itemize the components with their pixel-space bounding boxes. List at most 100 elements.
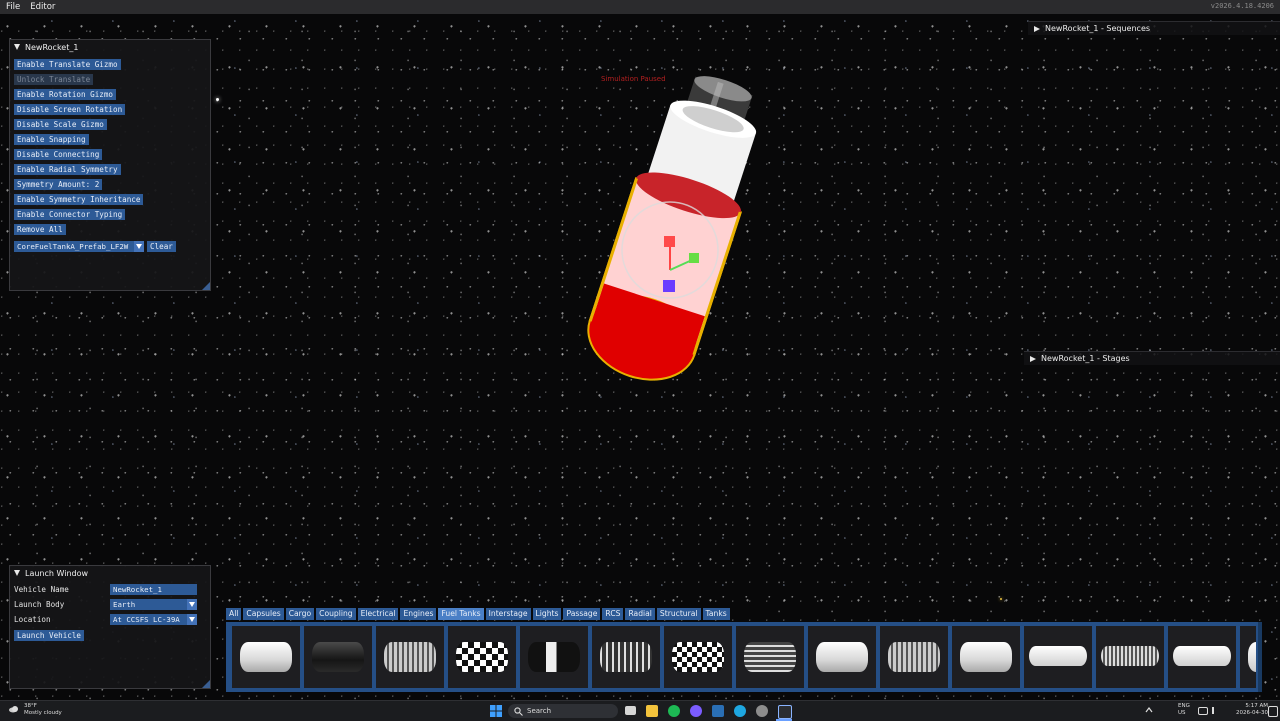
category-tab-lights[interactable]: Lights: [532, 608, 562, 620]
location-label: Location: [14, 615, 51, 624]
sequences-window-header[interactable]: NewRocket_1 - Sequences: [1028, 21, 1280, 35]
category-tab-all[interactable]: All: [226, 608, 242, 620]
part-thumbnail: [888, 642, 940, 672]
category-tab-radial[interactable]: Radial: [625, 608, 655, 620]
editor-window: NewRocket_1 Enable Translate Gizmo Unloc…: [9, 39, 211, 291]
unlock-translate-button[interactable]: Unlock Translate: [14, 74, 94, 85]
part-item[interactable]: [376, 626, 444, 688]
part-item[interactable]: [448, 626, 516, 688]
launch-vehicle-button[interactable]: Launch Vehicle: [14, 630, 85, 641]
parts-palette: [226, 622, 1262, 692]
part-item[interactable]: [880, 626, 948, 688]
part-item[interactable]: [664, 626, 732, 688]
part-thumbnail: [1173, 646, 1231, 666]
wifi-icon[interactable]: [1198, 707, 1208, 715]
steam-icon[interactable]: [712, 705, 724, 717]
editor-window-title[interactable]: NewRocket_1: [10, 40, 210, 54]
location-dropdown[interactable]: At CCSFS LC-39A: [110, 614, 197, 625]
settings-gear-icon[interactable]: [756, 705, 768, 717]
language-indicator[interactable]: ENG US: [1178, 703, 1190, 717]
expand-icon[interactable]: [1030, 355, 1036, 362]
enable-rotation-gizmo-button[interactable]: Enable Rotation Gizmo: [14, 89, 117, 100]
windows-taskbar: 38°F Mostly cloudy Search ENG US 5:17 AM…: [0, 700, 1280, 721]
weather-widget[interactable]: 38°F Mostly cloudy: [24, 703, 62, 717]
chevron-down-icon: [187, 614, 197, 625]
part-item[interactable]: [304, 626, 372, 688]
category-tab-electrical[interactable]: Electrical: [357, 608, 399, 620]
clear-button[interactable]: Clear: [147, 241, 176, 252]
menu-file[interactable]: File: [0, 2, 25, 12]
browser-icon[interactable]: [734, 705, 746, 717]
category-tab-passage[interactable]: Passage: [563, 608, 601, 620]
enable-snapping-button[interactable]: Enable Snapping: [14, 134, 89, 145]
file-explorer-icon[interactable]: [646, 705, 658, 717]
enable-translate-gizmo-button[interactable]: Enable Translate Gizmo: [14, 59, 121, 70]
notification-icon[interactable]: [1268, 706, 1278, 717]
launch-window: Launch Window Vehicle Name NewRocket_1 L…: [9, 565, 211, 689]
category-tab-coupling[interactable]: Coupling: [316, 608, 356, 620]
enable-symmetry-inheritance-button[interactable]: Enable Symmetry Inheritance: [14, 194, 144, 205]
part-item[interactable]: [1024, 626, 1092, 688]
collapse-icon[interactable]: [14, 44, 20, 50]
part-thumbnail: [456, 642, 508, 672]
vehicle-name-input[interactable]: NewRocket_1: [110, 584, 197, 595]
rocket-model[interactable]: [560, 70, 770, 400]
part-item[interactable]: [520, 626, 588, 688]
part-thumbnail: [384, 642, 436, 672]
part-thumbnail: [1101, 646, 1159, 666]
category-tab-rcs[interactable]: RCS: [602, 608, 624, 620]
resize-grip[interactable]: [202, 282, 210, 290]
windows-start-icon[interactable]: [490, 705, 502, 717]
part-item[interactable]: [1240, 626, 1256, 688]
parts-scrollbar[interactable]: [1258, 622, 1262, 692]
bright-star: [1000, 598, 1002, 600]
symmetry-amount-button[interactable]: Symmetry Amount: 2: [14, 179, 103, 190]
resize-grip[interactable]: [202, 680, 210, 688]
part-item[interactable]: [808, 626, 876, 688]
part-category-tabs: All Capsules Cargo Coupling Electrical Engine…: [226, 608, 732, 620]
launch-window-title[interactable]: Launch Window: [10, 566, 210, 580]
disable-screen-rotation-button[interactable]: Disable Screen Rotation: [14, 104, 126, 115]
enable-connector-typing-button[interactable]: Enable Connector Typing: [14, 209, 126, 220]
search-label: Search: [527, 707, 552, 715]
category-tab-fuel-tanks[interactable]: Fuel Tanks: [438, 608, 484, 620]
weather-temp: 38°F: [24, 703, 37, 709]
enable-radial-symmetry-button[interactable]: Enable Radial Symmetry: [14, 164, 121, 175]
category-tab-tanks[interactable]: Tanks: [702, 608, 730, 620]
sequences-title: NewRocket_1 - Sequences: [1045, 24, 1151, 33]
category-tab-engines[interactable]: Engines: [400, 608, 437, 620]
part-item[interactable]: [1096, 626, 1164, 688]
category-tab-structural[interactable]: Structural: [656, 608, 701, 620]
launch-body-dropdown[interactable]: Earth: [110, 599, 197, 610]
app-icon[interactable]: [690, 705, 702, 717]
launch-body-label: Launch Body: [14, 600, 65, 609]
launch-body-value: Earth: [113, 600, 136, 609]
part-thumbnail: [1248, 642, 1256, 672]
taskbar-search[interactable]: Search: [508, 704, 618, 718]
spotify-icon[interactable]: [668, 705, 680, 717]
part-thumbnail: [744, 642, 796, 672]
part-item[interactable]: [592, 626, 660, 688]
clock[interactable]: 5:17 AM 2026-04-30: [1236, 703, 1268, 717]
disable-connecting-button[interactable]: Disable Connecting: [14, 149, 103, 160]
menu-editor[interactable]: Editor: [25, 2, 60, 12]
game-window-icon[interactable]: [778, 705, 792, 719]
part-item[interactable]: [736, 626, 804, 688]
part-item[interactable]: [1168, 626, 1236, 688]
category-tab-cargo[interactable]: Cargo: [285, 608, 315, 620]
expand-icon[interactable]: [1034, 25, 1040, 32]
disable-scale-gizmo-button[interactable]: Disable Scale Gizmo: [14, 119, 107, 130]
category-tab-capsules[interactable]: Capsules: [243, 608, 284, 620]
category-tab-interstage[interactable]: Interstage: [485, 608, 531, 620]
part-select-dropdown[interactable]: CoreFuelTankA_Prefab_LF2W: [14, 241, 144, 252]
collapse-icon[interactable]: [14, 570, 20, 576]
chevron-up-icon[interactable]: [1145, 707, 1153, 713]
volume-icon[interactable]: [1212, 707, 1221, 714]
part-item[interactable]: [232, 626, 300, 688]
remove-all-button[interactable]: Remove All: [14, 224, 66, 235]
stages-window-header[interactable]: NewRocket_1 - Stages: [1024, 351, 1280, 365]
part-item[interactable]: [952, 626, 1020, 688]
task-view-icon[interactable]: [625, 706, 636, 715]
search-icon: [514, 706, 523, 716]
location-value: At CCSFS LC-39A: [113, 615, 180, 624]
